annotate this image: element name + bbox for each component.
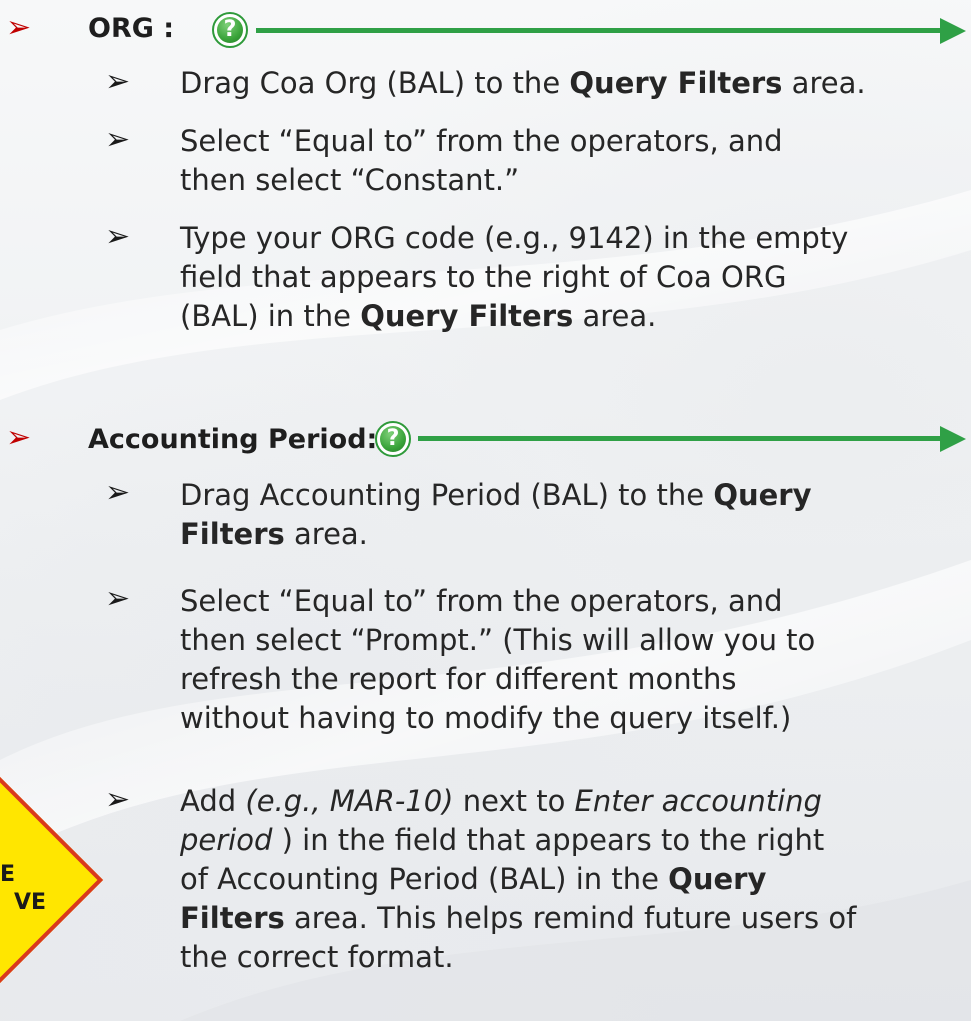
section-heading-org: ORG : <box>88 13 175 44</box>
help-question-icon[interactable]: ? <box>375 421 411 457</box>
help-question-glyph: ? <box>217 17 243 43</box>
instruction-item: Drag Accounting Period (BAL) to the Quer… <box>180 478 812 551</box>
instruction-item: Drag Coa Org (BAL) to the Query Filters … <box>180 66 866 100</box>
section-bullet-icon: ➢ <box>6 420 32 455</box>
instruction-item: Select “Equal to” from the operators, an… <box>180 124 783 197</box>
sub-bullet-icon: ➢ <box>105 581 131 616</box>
help-question-glyph: ? <box>380 426 406 452</box>
instruction-item: Add (e.g., MAR-10) next to Enter account… <box>180 784 857 974</box>
sub-bullet-icon: ➢ <box>105 782 131 817</box>
sub-bullet-icon: ➢ <box>105 475 131 510</box>
instruction-item: Type your ORG code (e.g., 9142) in the e… <box>180 221 849 333</box>
section-bullet-icon: ➢ <box>6 10 32 45</box>
connector-arrow-icon <box>940 18 966 44</box>
sub-bullet-icon: ➢ <box>105 64 131 99</box>
instruction-item: Select “Equal to” from the operators, an… <box>180 584 816 735</box>
warning-sign-text-line1: E <box>0 862 16 887</box>
sub-bullet-icon: ➢ <box>105 219 131 254</box>
section-heading-accounting-period: Accounting Period: <box>88 424 378 455</box>
help-question-icon[interactable]: ? <box>212 12 248 48</box>
sub-bullet-icon: ➢ <box>105 122 131 157</box>
warning-sign-text-line2: VE <box>14 890 47 915</box>
connector-line <box>418 436 945 441</box>
connector-arrow-icon <box>940 426 966 452</box>
warning-sign <box>0 766 104 994</box>
connector-line <box>256 28 946 33</box>
